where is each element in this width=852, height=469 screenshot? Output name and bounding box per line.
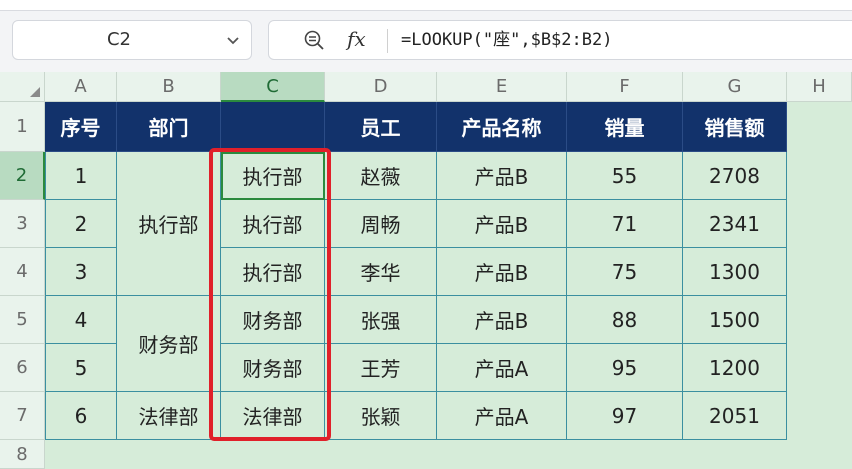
cell-sales[interactable]: 1300 bbox=[683, 248, 787, 296]
row-header-6[interactable]: 6 bbox=[0, 344, 45, 392]
header-c[interactable] bbox=[221, 102, 325, 152]
cell-employee[interactable]: 王芳 bbox=[325, 344, 437, 392]
cell-employee[interactable]: 赵薇 bbox=[325, 152, 437, 200]
column-header-e[interactable]: E bbox=[437, 72, 567, 102]
header-employee[interactable]: 员工 bbox=[325, 102, 437, 152]
row-header-4[interactable]: 4 bbox=[0, 248, 45, 296]
formula-bar[interactable]: fx =LOOKUP("座",$B$2:B2) bbox=[268, 20, 852, 60]
row-header-7[interactable]: 7 bbox=[0, 392, 45, 440]
cell-seq[interactable]: 4 bbox=[45, 296, 117, 344]
fx-icon[interactable]: fx bbox=[347, 27, 366, 51]
ribbon-edge bbox=[0, 0, 852, 11]
cell-sales[interactable]: 2708 bbox=[683, 152, 787, 200]
column-header-h[interactable]: H bbox=[787, 72, 852, 102]
cell-product[interactable]: 产品B bbox=[437, 200, 567, 248]
cell-qty[interactable]: 88 bbox=[567, 296, 683, 344]
cell-employee[interactable]: 李华 bbox=[325, 248, 437, 296]
cell-sales[interactable]: 2341 bbox=[683, 200, 787, 248]
cell-qty[interactable]: 71 bbox=[567, 200, 683, 248]
header-product[interactable]: 产品名称 bbox=[437, 102, 567, 152]
cell-seq[interactable]: 2 bbox=[45, 200, 117, 248]
column-header-b[interactable]: B bbox=[117, 72, 221, 102]
header-dept[interactable]: 部门 bbox=[117, 102, 221, 152]
merged-dept-cell[interactable]: 财务部 bbox=[117, 296, 221, 392]
cell-seq[interactable]: 5 bbox=[45, 344, 117, 392]
cell-product[interactable]: 产品A bbox=[437, 392, 567, 440]
cell-sales[interactable]: 1200 bbox=[683, 344, 787, 392]
cell-qty[interactable]: 95 bbox=[567, 344, 683, 392]
cell-seq[interactable]: 6 bbox=[45, 392, 117, 440]
header-qty[interactable]: 销量 bbox=[567, 102, 683, 152]
cell-h1[interactable] bbox=[787, 102, 852, 152]
cell-employee[interactable]: 周畅 bbox=[325, 200, 437, 248]
header-sales[interactable]: 销售额 bbox=[683, 102, 787, 152]
row-header-3[interactable]: 3 bbox=[0, 200, 45, 248]
column-header-a[interactable]: A bbox=[45, 72, 117, 102]
row-header-5[interactable]: 5 bbox=[0, 296, 45, 344]
header-seq[interactable]: 序号 bbox=[45, 102, 117, 152]
formula-separator bbox=[387, 29, 388, 53]
column-header-f[interactable]: F bbox=[567, 72, 683, 102]
merged-dept-cell[interactable]: 执行部 bbox=[117, 152, 221, 296]
cell-product[interactable]: 产品B bbox=[437, 296, 567, 344]
select-all-corner[interactable] bbox=[0, 72, 45, 102]
row-header-2[interactable]: 2 bbox=[0, 152, 45, 200]
zoom-icon[interactable] bbox=[303, 29, 325, 51]
cell-qty[interactable]: 97 bbox=[567, 392, 683, 440]
column-header-c[interactable]: C bbox=[221, 72, 325, 102]
column-header-d[interactable]: D bbox=[325, 72, 437, 102]
cell-employee[interactable]: 张颖 bbox=[325, 392, 437, 440]
cell-qty[interactable]: 75 bbox=[567, 248, 683, 296]
row-header-8[interactable]: 8 bbox=[0, 440, 45, 469]
merged-dept-cell[interactable]: 法律部 bbox=[117, 392, 221, 440]
cell-product[interactable]: 产品A bbox=[437, 344, 567, 392]
cell-product[interactable]: 产品B bbox=[437, 152, 567, 200]
cell-seq[interactable]: 3 bbox=[45, 248, 117, 296]
cell-sales[interactable]: 1500 bbox=[683, 296, 787, 344]
chevron-down-icon[interactable] bbox=[223, 30, 243, 50]
toolbar: C2 fx =LOOKUP("座",$B$2:B2) bbox=[0, 0, 852, 72]
name-box[interactable]: C2 bbox=[12, 20, 252, 60]
highlight-box bbox=[209, 148, 331, 441]
column-header-g[interactable]: G bbox=[683, 72, 787, 102]
name-box-value[interactable]: C2 bbox=[13, 21, 225, 59]
cell-sales[interactable]: 2051 bbox=[683, 392, 787, 440]
cell-product[interactable]: 产品B bbox=[437, 248, 567, 296]
formula-input[interactable]: =LOOKUP("座",$B$2:B2) bbox=[401, 21, 612, 59]
cell-seq[interactable]: 1 bbox=[45, 152, 117, 200]
row-header-1[interactable]: 1 bbox=[0, 102, 45, 152]
cell-qty[interactable]: 55 bbox=[567, 152, 683, 200]
cell-employee[interactable]: 张强 bbox=[325, 296, 437, 344]
select-all-icon[interactable] bbox=[30, 87, 40, 97]
